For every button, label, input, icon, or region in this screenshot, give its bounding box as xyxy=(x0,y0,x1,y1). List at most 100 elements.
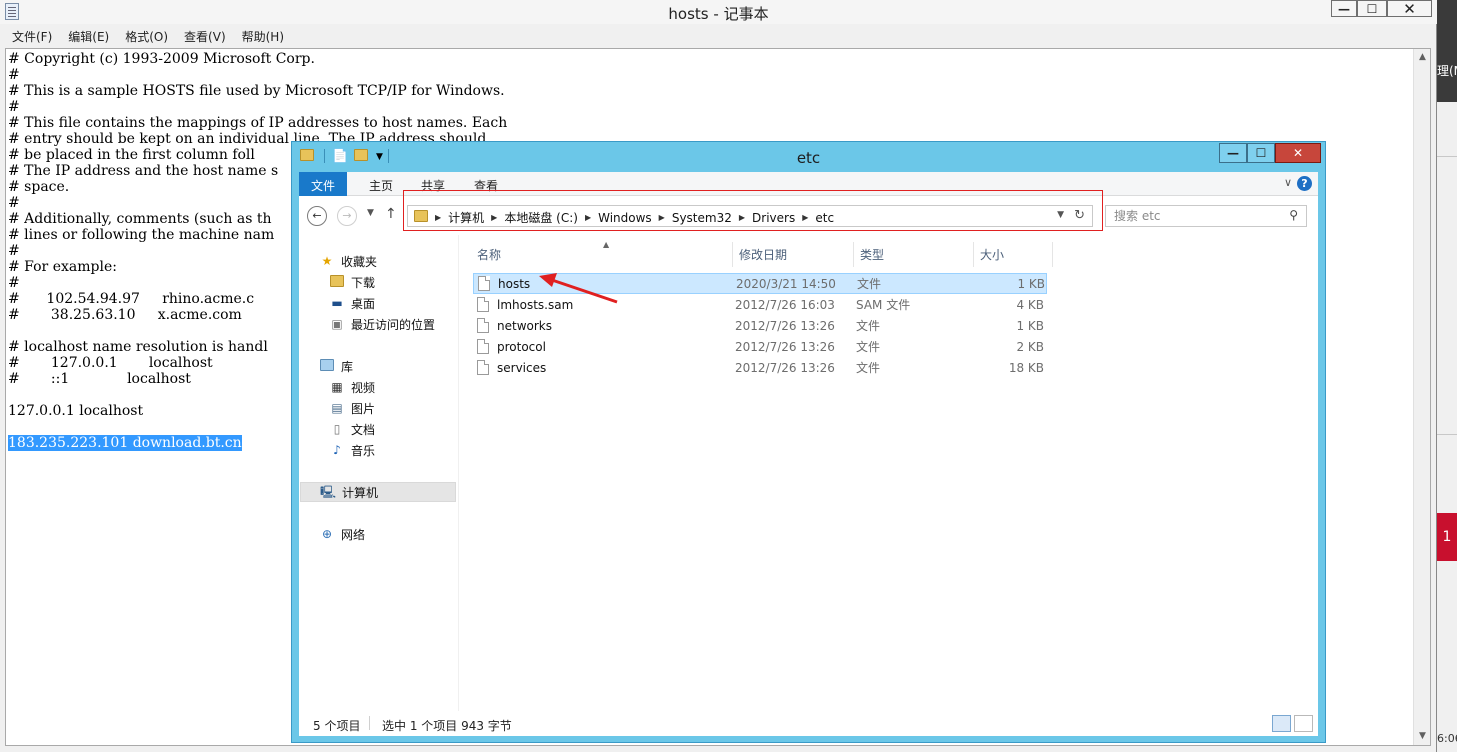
nav-computer[interactable]: 🖳 计算机 xyxy=(300,482,456,502)
file-icon xyxy=(477,360,489,375)
nav-favorites[interactable]: ★ 收藏夹 xyxy=(319,251,377,271)
up-button[interactable]: ↑ xyxy=(385,206,397,222)
nav-documents[interactable]: ▯ 文档 xyxy=(329,419,375,439)
nav-downloads-label: 下载 xyxy=(351,275,376,290)
breadcrumb: ▶ 计算机 ▶ 本地磁盘 (C:) ▶ Windows ▶ System32 ▶… xyxy=(414,209,834,226)
large-icons-view-button[interactable] xyxy=(1294,715,1313,732)
ribbon-tab-share[interactable]: 共享 xyxy=(421,172,445,196)
search-icon[interactable]: ⚲ xyxy=(1289,208,1298,222)
expand-ribbon-icon[interactable]: ∨ xyxy=(1284,176,1292,189)
nav-network-label: 网络 xyxy=(341,527,366,542)
ribbon-tab-view[interactable]: 查看 xyxy=(474,172,498,196)
explorer-minimize-button[interactable]: — xyxy=(1219,143,1247,163)
nav-libraries[interactable]: 库 xyxy=(319,356,353,376)
menu-file[interactable]: 文件(F) xyxy=(4,26,60,46)
notepad-minimize-button[interactable]: — xyxy=(1331,0,1357,17)
side-badge[interactable]: 1 xyxy=(1437,513,1457,561)
chevron-right-icon[interactable]: ▶ xyxy=(739,213,745,222)
sort-ascending-icon: ▲ xyxy=(603,240,610,249)
notepad-line: # This is a sample HOSTS file used by Mi… xyxy=(8,83,505,99)
computer-icon: 🖳 xyxy=(320,485,337,499)
scroll-up-icon[interactable]: ▲ xyxy=(1414,49,1430,66)
nav-downloads[interactable]: 下载 xyxy=(329,272,375,292)
notepad-maximize-button[interactable]: ☐ xyxy=(1357,0,1387,17)
scroll-down-icon[interactable]: ▼ xyxy=(1414,728,1430,745)
annotation-arrow xyxy=(539,273,618,304)
file-type: 文件 xyxy=(856,319,881,333)
file-name: networks xyxy=(473,318,735,333)
recent-places-icon: ▣ xyxy=(331,317,343,331)
nav-pictures-label: 图片 xyxy=(351,401,376,416)
file-icon xyxy=(477,297,489,312)
nav-favorites-label: 收藏夹 xyxy=(341,254,378,269)
address-dropdown-icon[interactable]: ▼ xyxy=(1057,210,1064,220)
chevron-right-icon[interactable]: ▶ xyxy=(802,213,808,222)
menu-format[interactable]: 格式(O) xyxy=(117,26,176,46)
breadcrumb-etc[interactable]: etc xyxy=(815,211,834,225)
ribbon-tab-file[interactable]: 文件 xyxy=(299,172,347,196)
breadcrumb-local-disk[interactable]: 本地磁盘 (C:) xyxy=(504,209,578,226)
ribbon: 文件 主页 共享 查看 ∨ ? xyxy=(299,172,1318,196)
nav-desktop[interactable]: ▬ 桌面 xyxy=(329,293,375,313)
breadcrumb-computer[interactable]: 计算机 xyxy=(448,209,484,226)
address-folder-icon xyxy=(414,210,428,225)
file-icon xyxy=(477,318,489,333)
chevron-right-icon[interactable]: ▶ xyxy=(435,213,441,222)
nav-music-label: 音乐 xyxy=(351,443,376,458)
file-row[interactable]: protocol 2012/7/26 13:26 文件 2 KB xyxy=(473,336,1047,357)
selected-text[interactable]: 183.235.223.101 download.bt.cn xyxy=(8,435,242,451)
explorer-maximize-button[interactable]: ☐ xyxy=(1247,143,1275,163)
nav-videos[interactable]: ▦ 视频 xyxy=(329,377,375,397)
search-box[interactable]: ⚲ xyxy=(1105,205,1307,227)
picture-icon: ▤ xyxy=(331,401,343,415)
menu-edit[interactable]: 编辑(E) xyxy=(60,26,117,46)
file-date: 2012/7/26 13:26 xyxy=(735,360,835,375)
breadcrumb-system32[interactable]: System32 xyxy=(672,211,732,225)
background-window-edge: 理(M 1 6:06 xyxy=(1437,0,1457,752)
file-size: 18 KB xyxy=(1008,360,1044,375)
chevron-right-icon[interactable]: ▶ xyxy=(491,213,497,222)
nav-pictures[interactable]: ▤ 图片 xyxy=(329,398,375,418)
breadcrumb-drivers[interactable]: Drivers xyxy=(752,211,795,225)
divider xyxy=(1437,156,1457,157)
file-name: services xyxy=(473,360,735,375)
refresh-icon[interactable]: ↻ xyxy=(1074,208,1085,223)
forward-button[interactable]: → xyxy=(337,206,357,226)
explorer-title: etc xyxy=(796,149,821,167)
notepad-vertical-scrollbar[interactable]: ▲ ▼ xyxy=(1413,49,1430,745)
nav-music[interactable]: ♪ 音乐 xyxy=(329,440,375,460)
network-icon: ⊕ xyxy=(321,527,333,541)
help-icon[interactable]: ? xyxy=(1297,176,1312,191)
details-view-button[interactable] xyxy=(1272,715,1291,732)
column-size[interactable]: 大小 xyxy=(974,242,1053,267)
notepad-titlebar[interactable]: hosts - 记事本 — ☐ ✕ xyxy=(0,0,1437,24)
library-icon xyxy=(319,359,335,373)
column-name[interactable]: ▲ 名称 xyxy=(471,240,733,267)
file-size: 4 KB xyxy=(1016,297,1044,312)
nav-network[interactable]: ⊕ 网络 xyxy=(319,524,365,544)
file-size: 1 KB xyxy=(1016,318,1044,333)
chevron-right-icon[interactable]: ▶ xyxy=(585,213,591,222)
explorer-close-button[interactable]: ✕ xyxy=(1275,143,1321,163)
file-type: 文件 xyxy=(856,361,881,375)
recent-locations-icon[interactable]: ▼ xyxy=(367,208,374,218)
video-icon: ▦ xyxy=(331,380,343,394)
column-date[interactable]: 修改日期 xyxy=(733,242,854,267)
file-row[interactable]: networks 2012/7/26 13:26 文件 1 KB xyxy=(473,315,1047,336)
file-icon xyxy=(477,339,489,354)
ribbon-tab-home[interactable]: 主页 xyxy=(369,172,393,196)
file-row[interactable]: services 2012/7/26 13:26 文件 18 KB xyxy=(473,357,1047,378)
back-button[interactable]: ← xyxy=(307,206,327,226)
column-type[interactable]: 类型 xyxy=(854,242,974,267)
notepad-close-button[interactable]: ✕ xyxy=(1387,0,1432,18)
explorer-titlebar[interactable]: 📄 ▼ etc — ☐ ✕ xyxy=(292,142,1325,172)
document-icon: ▯ xyxy=(333,422,341,436)
address-bar[interactable]: ▶ 计算机 ▶ 本地磁盘 (C:) ▶ Windows ▶ System32 ▶… xyxy=(407,205,1093,227)
menu-help[interactable]: 帮助(H) xyxy=(234,26,292,46)
search-input[interactable] xyxy=(1106,206,1282,226)
nav-recent[interactable]: ▣ 最近访问的位置 xyxy=(329,314,435,334)
chevron-right-icon[interactable]: ▶ xyxy=(659,213,665,222)
explorer-window: 📄 ▼ etc — ☐ ✕ 文件 主页 共享 查看 ∨ ? ← → ▼ ↑ ▶ … xyxy=(291,141,1326,743)
menu-view[interactable]: 查看(V) xyxy=(176,26,234,46)
breadcrumb-windows[interactable]: Windows xyxy=(598,211,652,225)
